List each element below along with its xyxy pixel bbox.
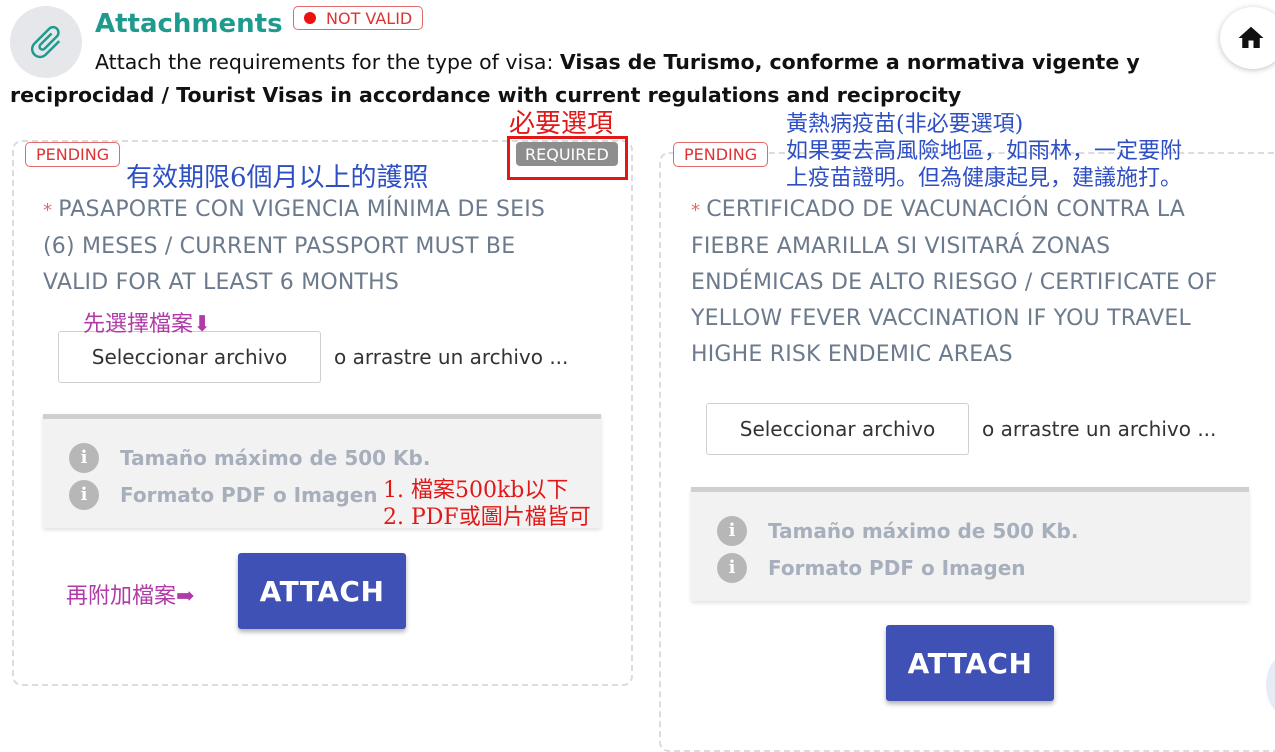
page-title: Attachments bbox=[95, 9, 283, 39]
status-badge-label: NOT VALID bbox=[326, 8, 413, 28]
annotation-attach: 再附加檔案➡ bbox=[66, 584, 195, 609]
drop-zone-text[interactable]: o arrastre un archivo ... bbox=[982, 417, 1216, 441]
vaccination-requirement-title: * CERTIFICADO DE VACUNACIÓN CONTRA LA FIE… bbox=[691, 197, 1218, 367]
attachment-avatar bbox=[10, 6, 82, 78]
status-badge: NOT VALID bbox=[293, 6, 424, 30]
passport-requirement-title: * PASAPORTE CON VIGENCIA MÍNIMA DE SEIS (… bbox=[43, 197, 546, 295]
info-icon: i bbox=[717, 552, 747, 583]
select-file-button[interactable]: Seleccionar archivo bbox=[706, 403, 969, 455]
info-row-size: i Tamaño máximo de 500 Kb. bbox=[69, 439, 601, 476]
attach-button[interactable]: ATTACH bbox=[238, 553, 406, 629]
pending-badge: PENDING bbox=[25, 142, 121, 167]
info-icon: i bbox=[717, 515, 747, 546]
file-requirements-box: i Tamaño máximo de 500 Kb. i Formato PDF… bbox=[691, 487, 1249, 601]
info-row-size: i Tamaño máximo de 500 Kb. bbox=[717, 512, 1249, 549]
annotation-choose-file: 先選擇檔案⬇ bbox=[83, 312, 212, 337]
status-dot-icon bbox=[304, 12, 316, 24]
info-icon: i bbox=[69, 442, 99, 473]
info-icon: i bbox=[69, 479, 99, 510]
required-highlight-box bbox=[507, 136, 628, 180]
home-icon bbox=[1238, 26, 1264, 48]
annotation-vaccine: 黃熱病疫苗(非必要選項) 如果要去高風險地區，如雨林，一定要附 上疫苗證明。但為… bbox=[786, 112, 1183, 191]
home-button[interactable] bbox=[1220, 7, 1275, 69]
annotation-passport: 有效期限6個月以上的護照 bbox=[126, 163, 429, 193]
annotation-format: 2. PDF或圖片檔皆可 bbox=[383, 505, 591, 530]
visa-description-line1: Attach the requirements for the type of … bbox=[95, 50, 1140, 74]
info-row-format: i Formato PDF o Imagen bbox=[717, 549, 1249, 586]
annotation-required: 必要選項 bbox=[509, 109, 614, 139]
required-star: * bbox=[691, 200, 701, 221]
paperclip-icon bbox=[30, 25, 61, 59]
visa-description-line2: reciprocidad / Tourist Visas in accordan… bbox=[10, 83, 962, 107]
select-file-button[interactable]: Seleccionar archivo bbox=[58, 331, 321, 383]
drop-zone-text[interactable]: o arrastre un archivo ... bbox=[334, 345, 568, 369]
pending-badge: PENDING bbox=[673, 142, 769, 167]
attach-button[interactable]: ATTACH bbox=[886, 625, 1054, 701]
required-star: * bbox=[43, 200, 53, 221]
